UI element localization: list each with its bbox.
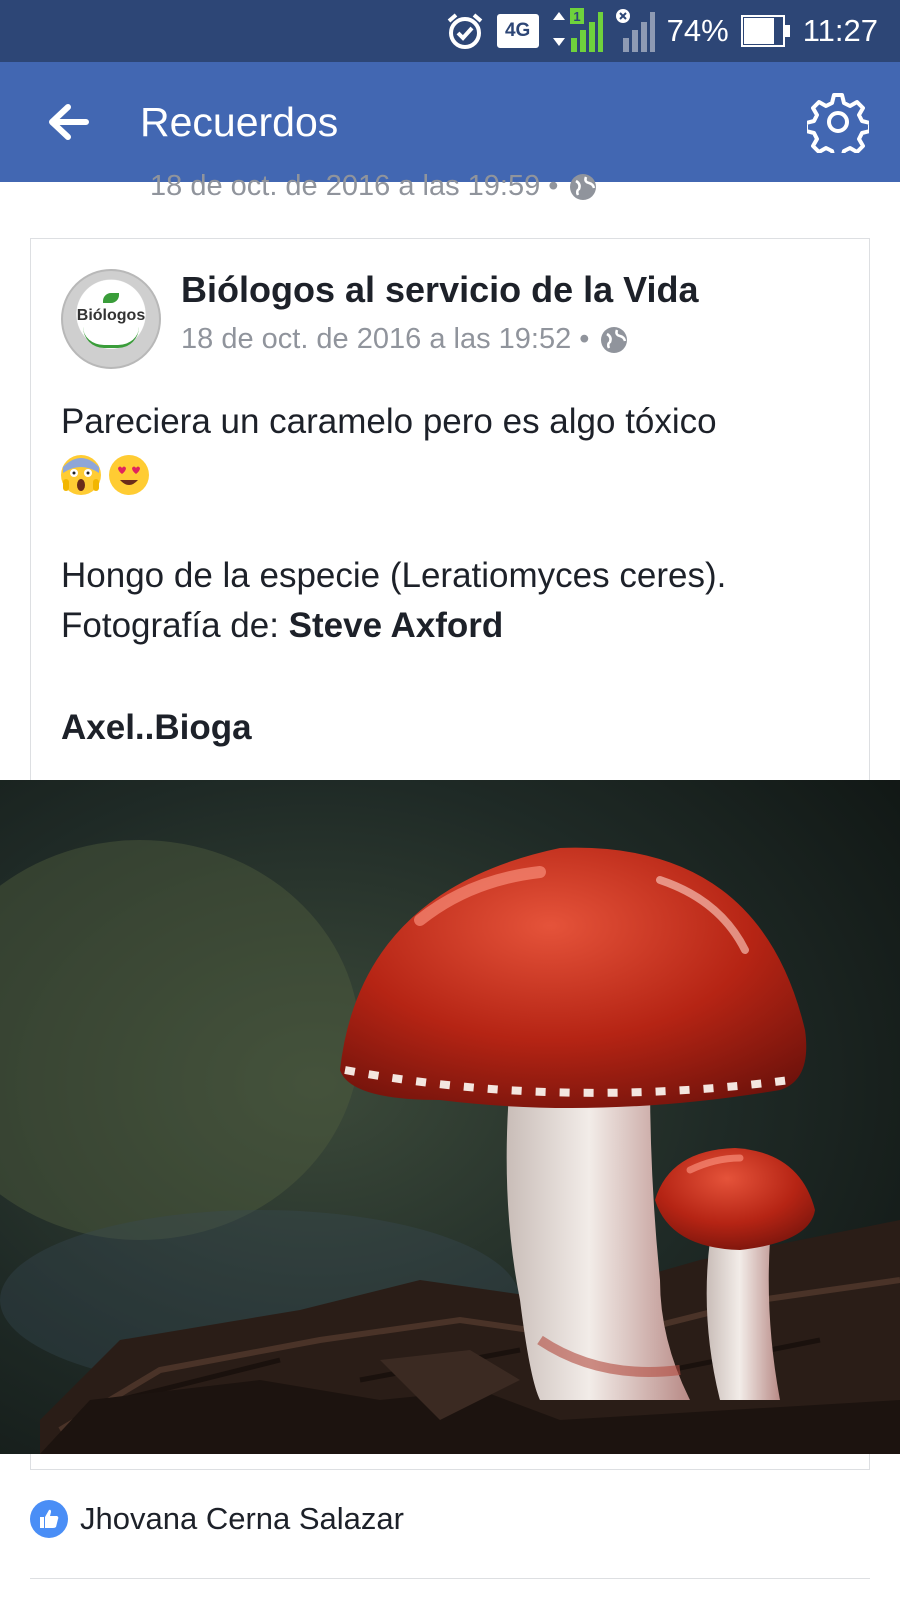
avatar-logo-text: Biólogos <box>76 307 146 324</box>
emoji-row <box>61 451 841 499</box>
logo-arc <box>83 327 139 348</box>
red-mushroom-photo <box>0 780 900 1454</box>
post-photo[interactable] <box>0 780 900 1454</box>
like-icon <box>30 1500 68 1538</box>
reaction-names[interactable]: Jhovana Cerna Salazar <box>80 1501 404 1537</box>
arrow-left-icon <box>49 104 89 140</box>
signal-icon: 1 <box>551 8 603 54</box>
globe-icon <box>570 173 597 200</box>
battery-percent: 74% <box>666 13 729 48</box>
status-icons: 4G 1 74% 11:27 <box>445 0 878 62</box>
clock: 11:27 <box>802 13 878 48</box>
gear-icon <box>807 93 869 153</box>
status-bar: 4G 1 74% 11:27 <box>0 0 900 62</box>
previous-timestamp-text: 18 de oct. de 2016 a las 19:59 • <box>150 170 559 202</box>
post-text-line: Pareciera un caramelo pero es algo tóxic… <box>61 402 717 441</box>
post-timestamp[interactable]: 18 de oct. de 2016 a las 19:52 • <box>181 323 629 356</box>
post-body: Pareciera un caramelo pero es algo tóxic… <box>61 397 841 753</box>
heart-eyes-emoji-icon <box>109 455 149 495</box>
settings-button[interactable] <box>804 88 872 156</box>
divider <box>30 1578 870 1579</box>
signal-badge: 1 <box>573 9 580 24</box>
page-title: Recuerdos <box>140 99 339 145</box>
previous-post-timestamp: 18 de oct. de 2016 a las 19:59 • <box>150 170 598 203</box>
globe-icon <box>601 326 628 353</box>
post-timestamp-text: 18 de oct. de 2016 a las 19:52 • <box>181 323 590 355</box>
post-author[interactable]: Biólogos al servicio de la Vida <box>181 269 699 311</box>
no-signal-icon <box>615 8 655 54</box>
photo-credit: Fotografía de: Steve Axford <box>61 601 841 651</box>
network-type-badge: 4G <box>496 14 539 48</box>
back-button[interactable] <box>36 90 100 154</box>
leaf-icon <box>103 293 119 303</box>
credit-name[interactable]: Steve Axford <box>289 606 504 645</box>
credit-prefix: Fotografía de: <box>61 606 289 645</box>
reactions-row[interactable]: Jhovana Cerna Salazar <box>30 1500 404 1538</box>
post-text-species: Hongo de la especie (Leratiomyces ceres)… <box>61 556 727 595</box>
page-avatar[interactable]: Biólogos <box>61 269 161 369</box>
app-bar: Recuerdos <box>0 62 900 182</box>
alarm-icon <box>445 11 485 51</box>
scream-emoji-icon <box>61 455 101 495</box>
post-signature: Axel..Bioga <box>61 708 252 747</box>
battery-icon <box>740 14 791 48</box>
